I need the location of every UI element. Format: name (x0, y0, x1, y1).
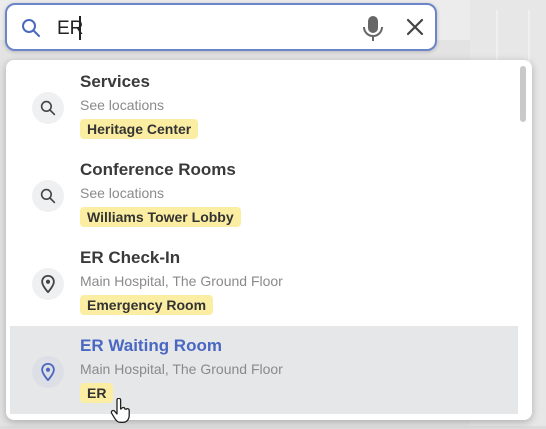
result-item-er-check-in[interactable]: ER Check-In Main Hospital, The Ground Fl… (10, 238, 518, 326)
result-item-conference-rooms[interactable]: Conference Rooms See locations Williams … (10, 150, 518, 238)
result-tag: Williams Tower Lobby (80, 207, 241, 227)
search-bar[interactable] (5, 3, 437, 51)
result-subtitle: See locations (80, 185, 165, 201)
result-tag: Heritage Center (80, 119, 199, 139)
map-pin-icon (32, 268, 64, 300)
result-title: ER Waiting Room (80, 336, 222, 355)
result-item-services[interactable]: Services See locations Heritage Center (10, 62, 518, 150)
search-icon (32, 180, 64, 212)
search-icon (32, 92, 64, 124)
search-icon (21, 18, 41, 43)
result-title: ER Check-In (80, 248, 181, 267)
microphone-icon[interactable] (362, 15, 384, 48)
result-tag: ER (80, 383, 114, 403)
scrollbar-thumb[interactable] (520, 66, 526, 122)
result-subtitle: Main Hospital, The Ground Floor (80, 273, 283, 289)
result-title: Conference Rooms (80, 160, 236, 179)
search-results-dropdown: Services See locations Heritage Center C… (6, 60, 532, 420)
map-pin-icon (32, 356, 64, 388)
result-subtitle: Main Hospital, The Ground Floor (80, 361, 283, 377)
result-subtitle: See locations (80, 97, 165, 113)
close-icon[interactable] (405, 17, 425, 42)
result-item-er-waiting-room[interactable]: ER Waiting Room Main Hospital, The Groun… (10, 326, 518, 414)
result-tag: Emergency Room (80, 295, 214, 315)
text-caret (79, 16, 81, 40)
search-input[interactable] (55, 13, 349, 45)
hand-cursor-icon (110, 397, 132, 429)
result-title: Services (80, 72, 150, 91)
